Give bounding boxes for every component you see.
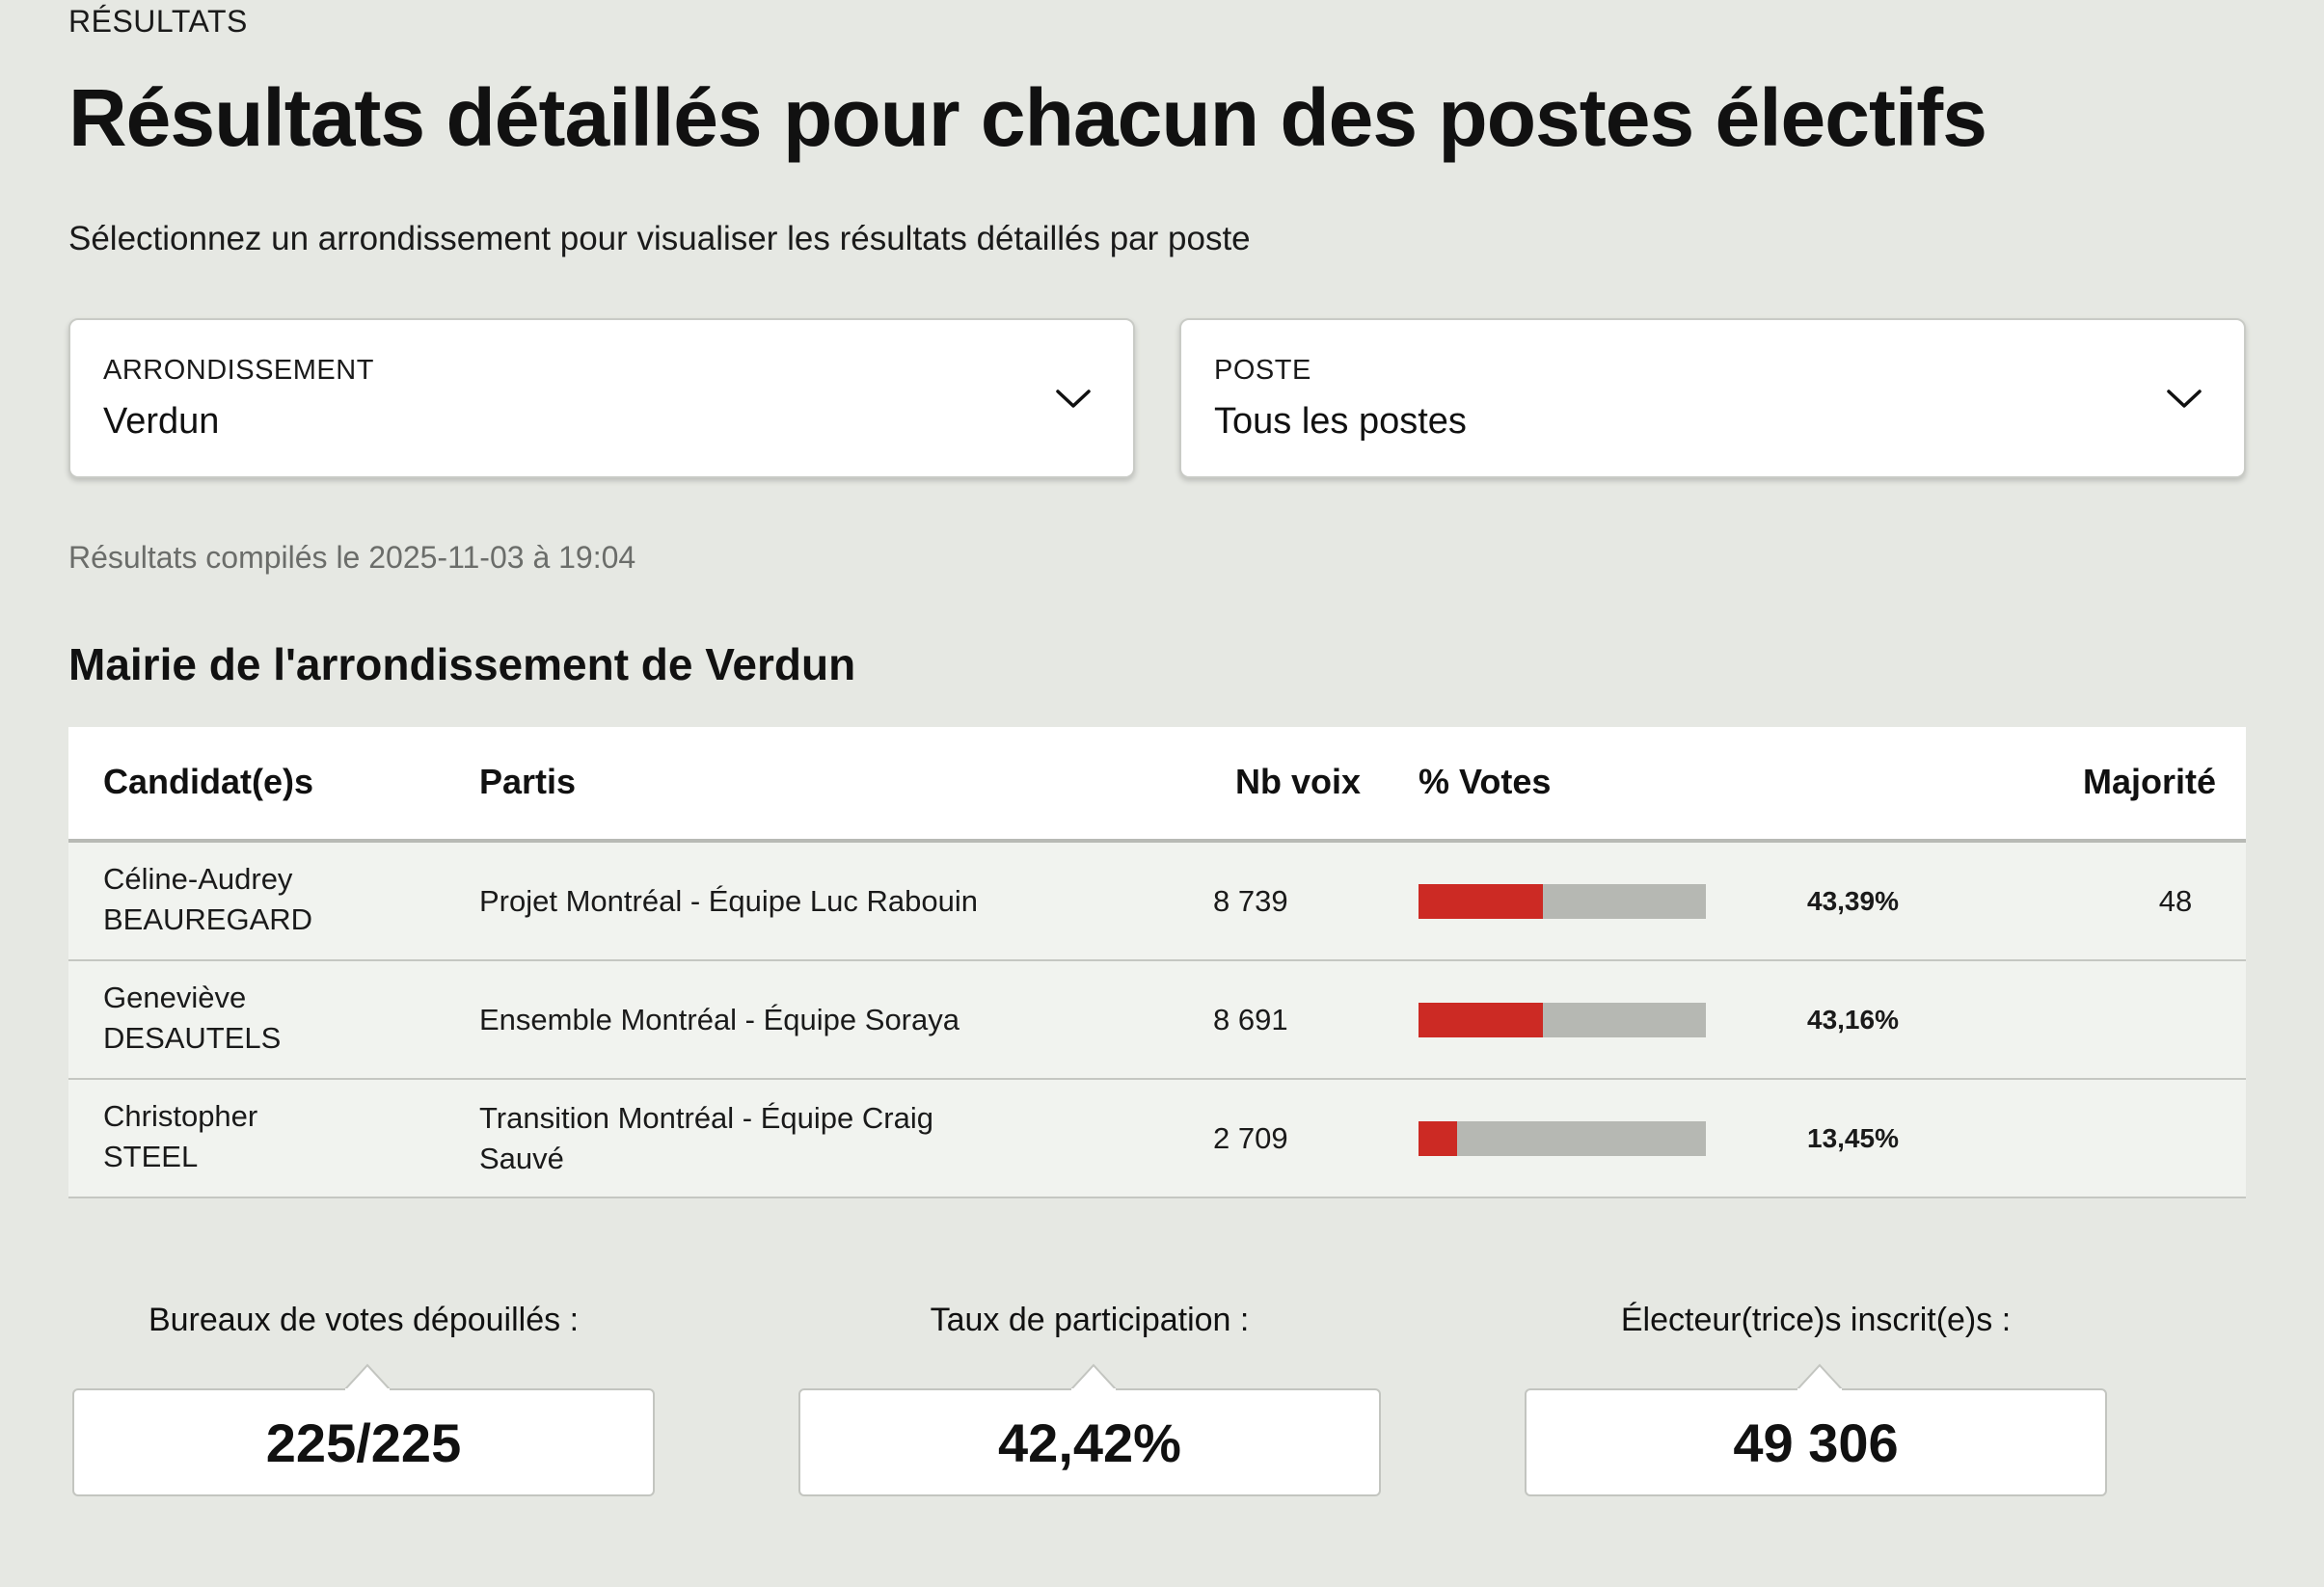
- stat-participation: Taux de participation : 42,42%: [798, 1302, 1381, 1496]
- candidate-party: Ensemble Montréal - Équipe Soraya: [479, 1002, 959, 1036]
- vote-share-bar: [1419, 1003, 1706, 1037]
- candidate-name: Christopher STEEL: [103, 1096, 392, 1177]
- chevron-down-icon[interactable]: [1054, 384, 1093, 413]
- callout-notch: [1797, 1363, 1843, 1390]
- stat-inscrits-label: Électeur(trice)s inscrit(e)s :: [1620, 1302, 2012, 1338]
- column-header-party: Partis: [479, 762, 577, 801]
- table-row: Christopher STEEL Transition Montréal - …: [68, 1080, 2246, 1198]
- callout-notch: [1070, 1363, 1117, 1390]
- candidate-first-name: Céline-Audrey: [103, 862, 293, 896]
- candidate-name: Geneviève DESAUTELS: [103, 978, 392, 1059]
- vote-share-bar: [1419, 1121, 1706, 1156]
- race-title: Mairie de l'arrondissement de Verdun: [68, 639, 856, 689]
- table-header: Candidat(e)s Partis Nb voix % Votes Majo…: [68, 727, 2246, 843]
- stat-bureaux-value: 225/225: [72, 1388, 655, 1496]
- vote-share-bar-fill: [1419, 884, 1544, 919]
- candidate-name: Céline-Audrey BEAUREGARD: [103, 859, 392, 940]
- candidate-party: Projet Montréal - Équipe Luc Rabouin: [479, 883, 978, 918]
- poste-select-label: POSTE: [1214, 355, 1311, 386]
- candidate-pct: 13,45%: [1807, 1122, 1899, 1153]
- table-row: Geneviève DESAUTELS Ensemble Montréal - …: [68, 961, 2246, 1080]
- page-title: Résultats détaillés pour chacun des post…: [68, 72, 1987, 163]
- arrondissement-select-value: Verdun: [103, 401, 220, 442]
- table-row: Céline-Audrey BEAUREGARD Projet Montréal…: [68, 843, 2246, 961]
- candidate-first-name: Christopher: [103, 1099, 258, 1133]
- candidate-pct: 43,39%: [1807, 885, 1899, 916]
- column-header-votes: Nb voix: [1235, 762, 1362, 801]
- vote-share-bar-fill: [1419, 1121, 1458, 1156]
- stat-inscrits: Électeur(trice)s inscrit(e)s : 49 306: [1525, 1302, 2107, 1496]
- candidate-votes: 8 739: [1213, 883, 1288, 918]
- candidate-first-name: Geneviève: [103, 981, 247, 1014]
- stat-participation-label: Taux de participation :: [930, 1302, 1250, 1338]
- candidate-party: Transition Montréal - Équipe Craig Sauvé: [479, 1100, 933, 1175]
- page-subtitle: Sélectionnez un arrondissement pour visu…: [68, 220, 1251, 257]
- candidate-pct: 43,16%: [1807, 1004, 1899, 1035]
- poste-select[interactable]: POSTE Tous les postes: [1179, 318, 2246, 478]
- stat-participation-value: 42,42%: [798, 1388, 1381, 1496]
- candidate-majority: 48: [2158, 883, 2193, 918]
- candidate-last-name: DESAUTELS: [103, 1021, 282, 1055]
- stat-bureaux-label: Bureaux de votes dépouillés :: [148, 1302, 580, 1338]
- candidate-votes: 8 691: [1213, 1002, 1288, 1036]
- results-table: Candidat(e)s Partis Nb voix % Votes Majo…: [68, 727, 2246, 1198]
- stat-bureaux: Bureaux de votes dépouillés : 225/225: [72, 1302, 655, 1496]
- poste-select-value: Tous les postes: [1214, 401, 1467, 442]
- candidate-last-name: BEAUREGARD: [103, 902, 313, 936]
- stat-inscrits-value: 49 306: [1525, 1388, 2107, 1496]
- arrondissement-select[interactable]: ARRONDISSEMENT Verdun: [68, 318, 1135, 478]
- column-header-pct: % Votes: [1419, 762, 1552, 801]
- candidate-last-name: STEEL: [103, 1140, 199, 1173]
- arrondissement-select-label: ARRONDISSEMENT: [103, 355, 374, 386]
- callout-notch: [344, 1363, 391, 1390]
- compiled-timestamp: Résultats compilés le 2025-11-03 à 19:04: [68, 540, 636, 575]
- chevron-down-icon[interactable]: [2165, 384, 2203, 413]
- vote-share-bar-fill: [1419, 1003, 1543, 1037]
- column-header-majority: Majorité: [2083, 762, 2217, 801]
- section-eyebrow: RÉSULTATS: [68, 4, 248, 39]
- candidate-votes: 2 709: [1213, 1120, 1288, 1155]
- vote-share-bar: [1419, 884, 1706, 919]
- column-header-candidates: Candidat(e)s: [103, 762, 314, 801]
